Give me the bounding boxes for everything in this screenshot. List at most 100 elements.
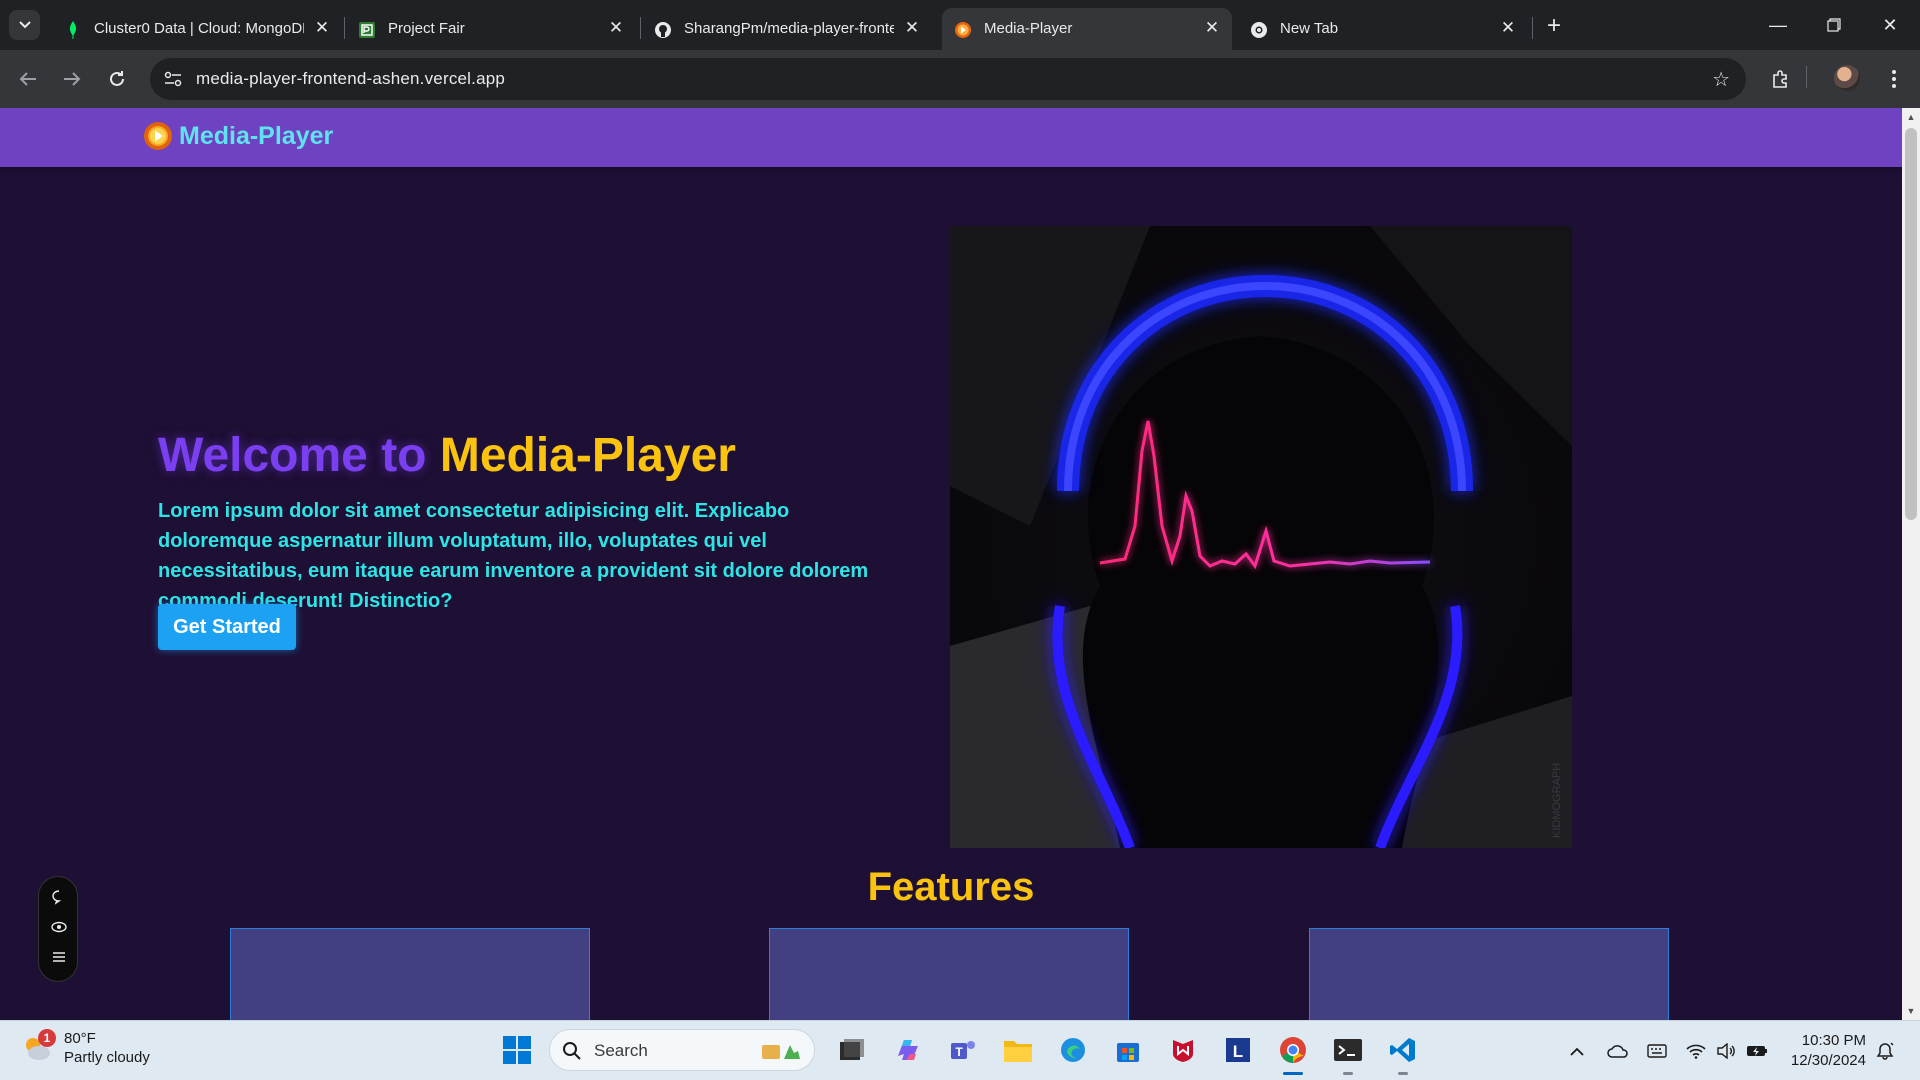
restore-icon	[1827, 18, 1841, 32]
close-window-button[interactable]: ✕	[1862, 8, 1918, 42]
brand-name: Media-Player	[179, 121, 334, 150]
tab-search-button[interactable]	[9, 10, 40, 40]
menu-icon[interactable]	[49, 947, 69, 967]
site-info-icon[interactable]	[162, 68, 184, 90]
eye-icon[interactable]	[49, 917, 69, 937]
tab-separator	[344, 17, 345, 39]
minimize-button[interactable]: —	[1750, 8, 1806, 42]
chevron-up-icon[interactable]	[1566, 1040, 1588, 1062]
chrome-icon[interactable]	[1275, 1032, 1311, 1075]
more-vertical-icon	[1892, 70, 1896, 88]
wifi-icon[interactable]	[1685, 1040, 1707, 1062]
search-highlight-icon	[762, 1045, 800, 1059]
url-text[interactable]: media-player-frontend-ashen.vercel.app	[196, 69, 505, 89]
mcafee-icon[interactable]	[1165, 1032, 1201, 1068]
github-icon	[654, 21, 672, 39]
extensions-button[interactable]	[1766, 64, 1796, 94]
chrome-icon	[1250, 21, 1268, 39]
weather-temp: 80°F	[64, 1030, 96, 1047]
tab-title: New Tab	[1280, 20, 1339, 37]
start-button[interactable]	[502, 1035, 532, 1065]
battery-charging-icon[interactable]	[1746, 1040, 1768, 1062]
copilot-icon[interactable]	[890, 1032, 926, 1068]
feature-card[interactable]	[1309, 928, 1669, 1020]
tab-github[interactable]: SharangPm/media-player-frontend ✕	[642, 8, 932, 50]
edge-icon[interactable]	[1055, 1032, 1091, 1068]
windows-logo-icon	[503, 1036, 531, 1064]
floating-side-widget	[38, 876, 78, 982]
project-fair-icon	[358, 21, 376, 39]
tab-title: Media-Player	[984, 20, 1073, 37]
vscode-icon[interactable]	[1385, 1032, 1421, 1075]
reload-button[interactable]	[102, 64, 132, 94]
l-app-icon[interactable]: L	[1220, 1032, 1256, 1068]
tab-media-player[interactable]: Media-Player ✕	[942, 8, 1232, 50]
hero-description: Lorem ipsum dolor sit amet consectetur a…	[158, 500, 869, 612]
close-icon[interactable]: ✕	[902, 18, 922, 38]
scroll-up-arrow-icon[interactable]: ▲	[1906, 112, 1916, 122]
clock-date: 12/30/2024	[1790, 1052, 1866, 1069]
search-icon	[563, 1042, 581, 1060]
microsoft-store-icon[interactable]	[1110, 1032, 1146, 1068]
hero-image: KIDMOGRAPH	[950, 226, 1572, 848]
arrow-right-icon	[64, 72, 81, 86]
feature-card[interactable]	[230, 928, 590, 1020]
scroll-down-arrow-icon[interactable]: ▼	[1906, 1006, 1916, 1016]
plus-icon: +	[1546, 12, 1561, 39]
forward-button[interactable]	[57, 64, 87, 94]
bookmark-star-icon[interactable]: ☆	[1712, 67, 1730, 92]
volume-icon[interactable]	[1715, 1040, 1737, 1062]
running-indicator	[1283, 1072, 1303, 1075]
weather-badge: 1	[38, 1029, 56, 1047]
close-icon[interactable]: ✕	[1202, 18, 1222, 38]
minimize-icon: —	[1769, 14, 1787, 35]
terminal-icon[interactable]	[1330, 1032, 1366, 1075]
address-bar[interactable]: media-player-frontend-ashen.vercel.app ☆	[150, 58, 1746, 100]
tab-new-tab[interactable]: New Tab ✕	[1238, 8, 1528, 50]
tab-title: Cluster0 Data | Cloud: MongoDB	[94, 20, 304, 37]
teams-icon[interactable]: T	[945, 1032, 981, 1068]
notification-bell-icon[interactable]	[1874, 1040, 1896, 1062]
mongodb-leaf-icon	[64, 21, 82, 39]
close-icon[interactable]: ✕	[606, 18, 626, 38]
media-player-icon	[954, 21, 972, 39]
file-explorer-icon[interactable]	[1000, 1032, 1036, 1068]
site-brand[interactable]: Media-Player	[143, 121, 333, 151]
scroll-thumb[interactable]	[1905, 128, 1917, 520]
keyboard-icon[interactable]	[1646, 1040, 1668, 1062]
taskbar-clock[interactable]: 10:30 PM 12/30/2024	[1778, 1031, 1866, 1071]
close-icon[interactable]: ✕	[312, 18, 332, 38]
tab-project-fair[interactable]: Project Fair ✕	[346, 8, 636, 50]
browser-tab-strip: Cluster0 Data | Cloud: MongoDB ✕ Project…	[0, 0, 1920, 50]
tab-title: SharangPm/media-player-frontend	[684, 20, 894, 37]
page-viewport: Media-Player Welcome to Media-Player Lor…	[0, 108, 1902, 1020]
profile-avatar[interactable]	[1834, 65, 1860, 91]
chevron-down-icon	[18, 21, 31, 29]
headphones-heartbeat-illustration: KIDMOGRAPH	[950, 226, 1572, 848]
close-icon[interactable]: ✕	[1498, 18, 1518, 38]
taskbar-search[interactable]: Search	[549, 1029, 815, 1071]
page-scrollbar[interactable]: ▲ ▼	[1902, 108, 1920, 1020]
new-tab-button[interactable]: +	[1540, 12, 1568, 40]
back-button[interactable]	[13, 64, 43, 94]
tab-separator	[640, 17, 641, 39]
chat-bubble-icon[interactable]	[49, 887, 69, 907]
restore-button[interactable]	[1806, 8, 1862, 42]
svg-text:T: T	[955, 1045, 963, 1059]
tab-separator	[1532, 17, 1533, 39]
task-view-icon[interactable]	[834, 1032, 870, 1068]
windows-taskbar: 1 80°F Partly cloudy Search T L 10:30 PM…	[0, 1020, 1920, 1080]
chrome-menu-button[interactable]	[1879, 64, 1909, 94]
toolbar-separator	[1806, 66, 1807, 88]
tab-mongodb[interactable]: Cluster0 Data | Cloud: MongoDB ✕	[52, 8, 342, 50]
running-indicator	[1343, 1072, 1353, 1075]
get-started-button[interactable]: Get Started	[158, 604, 296, 650]
running-indicator	[1398, 1072, 1408, 1075]
site-navbar: Media-Player	[0, 108, 1902, 167]
clock-time: 10:30 PM	[1801, 1032, 1866, 1049]
weather-desc: Partly cloudy	[64, 1049, 150, 1066]
feature-card[interactable]	[769, 928, 1129, 1020]
svg-text:L: L	[1233, 1042, 1243, 1061]
weather-widget[interactable]: 1 80°F Partly cloudy	[20, 1029, 150, 1067]
onedrive-cloud-icon[interactable]	[1607, 1040, 1629, 1062]
